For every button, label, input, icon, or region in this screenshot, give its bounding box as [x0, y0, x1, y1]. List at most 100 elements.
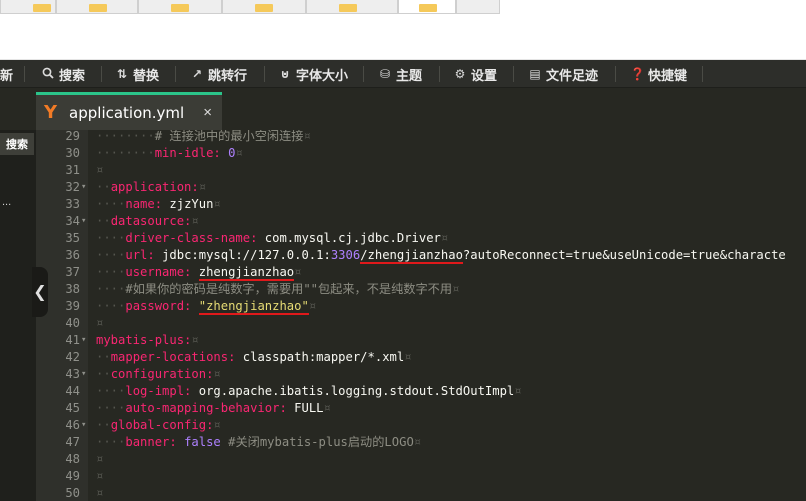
search-button[interactable]: 搜索	[41, 60, 85, 88]
yaml-value: org.apache.ibatis.logging.stdout.StdOutI…	[198, 384, 515, 398]
line-number: 46	[65, 418, 80, 432]
yaml-file-icon: Y	[44, 102, 58, 123]
line-number: 48	[65, 452, 80, 466]
code-line-29: ········# 连接池中的最小空闲连接¤	[96, 130, 311, 143]
editor-toolbar: 新 搜索 ⇅ 替换 ↗ 跳转行 ⊍ 字体大小 ⛁ 主题 ⚙ 设置 ▤ 文件足迹 …	[0, 60, 806, 88]
code-line-50: ¤	[96, 486, 104, 500]
yaml-key: min-idle:	[154, 146, 221, 160]
line-number: 42	[65, 350, 80, 364]
line-number: 41	[65, 333, 80, 347]
browser-tab-active[interactable]	[398, 0, 456, 14]
line-number: 29	[65, 130, 80, 143]
yaml-key: global-config:	[110, 418, 214, 432]
line-number: 30	[65, 146, 80, 160]
yaml-port: 3306	[330, 248, 361, 262]
toolbar-divider	[702, 66, 703, 82]
shortcuts-button[interactable]: ❓ 快捷键	[630, 60, 687, 88]
help-icon: ❓	[630, 67, 645, 81]
yaml-key: url:	[125, 248, 155, 262]
settings-button[interactable]: ⚙ 设置	[453, 60, 497, 88]
fold-arrow-icon[interactable]: ▾	[81, 366, 86, 383]
code-line-35: ····driver-class-name: com.mysql.cj.jdbc…	[96, 231, 449, 245]
browser-tab[interactable]	[138, 0, 222, 14]
browser-tab[interactable]	[222, 0, 306, 14]
browser-tab[interactable]	[306, 0, 398, 14]
search-label: 搜索	[59, 68, 86, 84]
code-line-30: ········min-idle: 0¤	[96, 146, 243, 160]
browser-tab[interactable]	[456, 0, 500, 14]
code-editor[interactable]: 29 30 31 32 33 34 35 36 37 38 39 40 41 4…	[36, 130, 806, 501]
line-number: 33	[65, 197, 80, 211]
line-number: 44	[65, 384, 80, 398]
close-icon[interactable]: ×	[203, 104, 212, 121]
browser-tab[interactable]	[56, 0, 138, 14]
code-line-45: ····auto-mapping-behavior: FULL¤	[96, 401, 331, 415]
line-number: 40	[65, 316, 80, 330]
folder-icon	[339, 4, 357, 12]
goto-line-label: 跳转行	[208, 68, 248, 84]
chevron-left-icon: ❮	[33, 284, 47, 301]
fold-arrow-icon[interactable]: ▾	[81, 213, 86, 230]
sidebar-search-tab[interactable]: 搜索	[0, 133, 34, 155]
font-size-icon: ⊍	[280, 67, 290, 81]
settings-label: 设置	[471, 68, 498, 84]
line-number: 35	[65, 231, 80, 245]
line-number: 31	[65, 163, 80, 177]
goto-line-button[interactable]: ↗ 跳转行	[190, 60, 247, 88]
theme-label: 主题	[396, 68, 423, 84]
toolbar-divider	[363, 66, 364, 82]
replace-icon: ⇅	[116, 67, 128, 81]
line-number: 32	[65, 180, 80, 194]
code-comment: #如果你的密码是纯数字，需要用""包起来，不是纯数字不用	[125, 282, 453, 296]
sidebar-more[interactable]: ...	[2, 196, 11, 208]
toolbar-divider	[175, 66, 176, 82]
code-line-37: ····username: zhengjianzhao¤	[96, 265, 302, 281]
toolbar-divider	[513, 66, 514, 82]
toolbar-divider	[439, 66, 440, 82]
folder-icon	[89, 4, 107, 12]
code-line-40: ¤	[96, 316, 104, 330]
line-number: 34	[65, 214, 80, 228]
fold-arrow-icon[interactable]: ▾	[81, 332, 86, 349]
file-tab-bar: Y application.yml ×	[0, 88, 806, 130]
line-number: 49	[65, 469, 80, 483]
line-number: 36	[65, 248, 80, 262]
code-line-34: ··datasource:¤	[96, 214, 199, 228]
search-icon	[41, 67, 55, 82]
history-icon: ▤	[529, 67, 541, 81]
replace-button[interactable]: ⇅ 替换	[115, 60, 159, 88]
underlined-username: zhengjianzhao	[198, 265, 295, 281]
theme-button[interactable]: ⛁ 主题	[378, 60, 422, 88]
browser-tab[interactable]	[0, 0, 56, 14]
file-history-label: 文件足迹	[546, 68, 599, 84]
code-line-38: ····#如果你的密码是纯数字，需要用""包起来，不是纯数字不用¤	[96, 282, 460, 296]
yaml-key: configuration:	[110, 367, 214, 381]
yaml-value: com.mysql.cj.jdbc.Driver	[264, 231, 441, 245]
fold-arrow-icon[interactable]: ▾	[81, 417, 86, 434]
toolbar-divider	[615, 66, 616, 82]
collapse-sidebar-handle[interactable]: ❮	[32, 267, 48, 317]
underlined-password: "zhengjianzhao"	[198, 299, 309, 315]
file-history-button[interactable]: ▤ 文件足迹	[528, 60, 598, 88]
yaml-key: username:	[125, 265, 192, 279]
file-tab[interactable]: Y application.yml ×	[36, 92, 222, 130]
folder-icon	[419, 4, 437, 12]
font-size-button[interactable]: ⊍ 字体大小	[278, 60, 348, 88]
code-line-36: ····url: jdbc:mysql://127.0.0.1:3306/zhe…	[96, 248, 786, 264]
underlined-db-name: /zhengjianzhao	[360, 248, 463, 264]
fold-arrow-icon[interactable]: ▾	[81, 179, 86, 196]
line-number: 45	[65, 401, 80, 415]
yaml-value: classpath:mapper/*.xml	[242, 350, 405, 364]
code-line-46: ··global-config:¤	[96, 418, 221, 432]
code-line-39: ····password: "zhengjianzhao"¤	[96, 299, 317, 315]
code-line-48: ¤	[96, 452, 104, 466]
yaml-key: mapper-locations:	[110, 350, 236, 364]
code-line-31: ¤	[96, 163, 104, 177]
yaml-key: application:	[110, 180, 199, 194]
yaml-key: driver-class-name:	[125, 231, 258, 245]
line-number: 50	[65, 486, 80, 500]
browser-tab-strip	[0, 0, 806, 14]
browser-toolbar-area	[0, 14, 806, 60]
replace-label: 替换	[133, 68, 160, 84]
new-button[interactable]: 新	[0, 60, 13, 88]
